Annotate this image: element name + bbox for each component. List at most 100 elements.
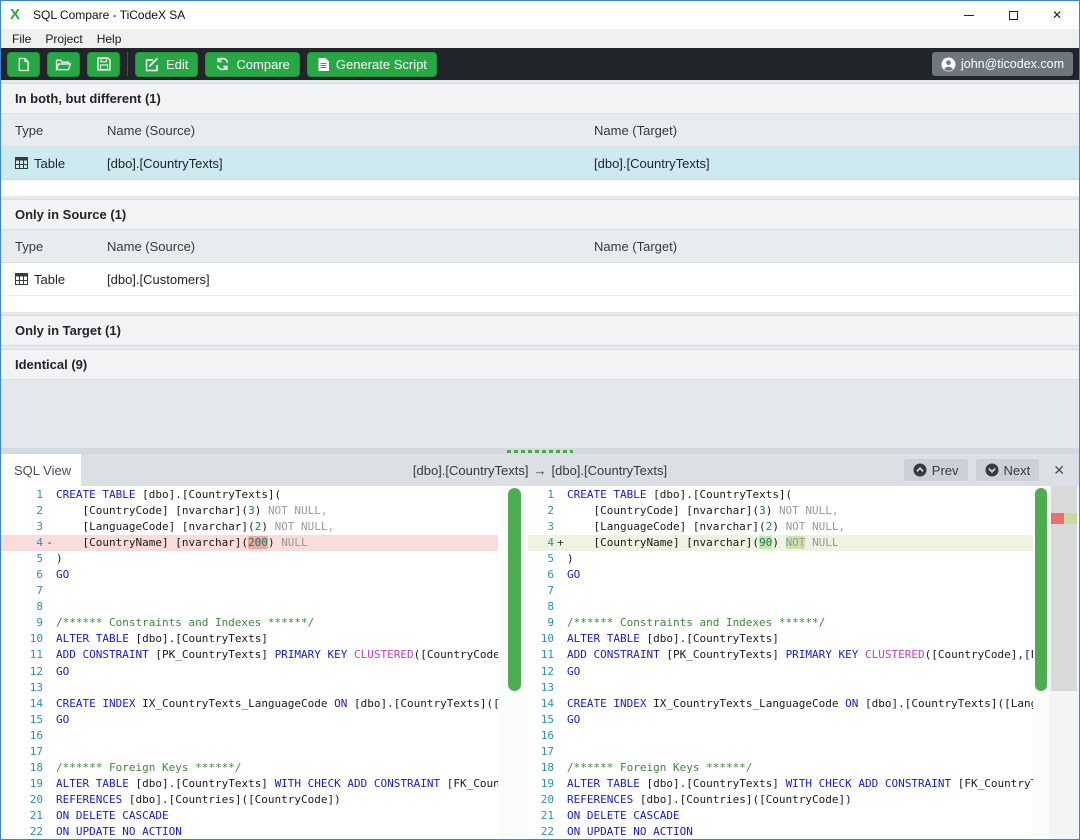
diff-sign <box>554 503 567 519</box>
code-text <box>56 728 498 744</box>
line-number: 15 <box>1 712 43 728</box>
table-footer-strip <box>1 296 1079 312</box>
compare-button[interactable]: Compare <box>205 52 299 77</box>
diff-sign <box>554 824 567 839</box>
menu-help[interactable]: Help <box>90 32 129 46</box>
code-line: 10ALTER TABLE [dbo].[CountryTexts] <box>528 631 1033 647</box>
code-text: GO <box>56 712 498 728</box>
line-number: 10 <box>1 631 43 647</box>
line-number: 8 <box>528 599 554 615</box>
code-line: 21ON DELETE CASCADE <box>1 808 498 824</box>
diff-nav-actions: Prev Next ✕ <box>904 459 1079 481</box>
table-row[interactable]: Table[dbo].[Customers] <box>1 263 1079 296</box>
code-text: CREATE INDEX IX_CountryTexts_LanguageCod… <box>567 696 1033 712</box>
code-text: GO <box>56 567 498 583</box>
diff-sign <box>554 808 567 824</box>
edit-button[interactable]: Edit <box>135 52 198 77</box>
user-icon <box>941 57 956 72</box>
diff-sign <box>43 728 56 744</box>
diff-sign: - <box>43 535 56 551</box>
line-number: 22 <box>528 824 554 839</box>
generate-script-button[interactable]: Generate Script <box>307 52 437 77</box>
diff-sign <box>43 744 56 760</box>
code-line: 15GO <box>528 712 1033 728</box>
code-text: /****** Foreign Keys ******/ <box>567 760 1033 776</box>
diff-sign <box>43 808 56 824</box>
code-line: 10ALTER TABLE [dbo].[CountryTexts] <box>1 631 498 647</box>
code-line: 12GO <box>528 664 1033 680</box>
diff-sign <box>554 776 567 792</box>
line-number: 16 <box>1 728 43 744</box>
table-footer-strip <box>1 180 1079 196</box>
compare-sync-icon <box>215 57 230 71</box>
line-number: 5 <box>1 551 43 567</box>
table-header-row: TypeName (Source)Name (Target) <box>1 230 1079 263</box>
next-button-label: Next <box>1004 463 1031 478</box>
sql-pane-target[interactable]: 1CREATE TABLE [dbo].[CountryTexts](2 [Co… <box>528 487 1033 839</box>
line-number: 17 <box>528 744 554 760</box>
code-line: 17 <box>528 744 1033 760</box>
code-line: 4- [CountryName] [nvarchar](200) NULL <box>1 535 498 551</box>
code-line: 14CREATE INDEX IX_CountryTexts_LanguageC… <box>528 696 1033 712</box>
diff-sign <box>43 792 56 808</box>
section-header-3[interactable]: Identical (9) <box>1 349 1079 380</box>
code-line: 20REFERENCES [dbo].[Countries]([CountryC… <box>528 792 1033 808</box>
code-line: 5) <box>528 551 1033 567</box>
close-button[interactable]: ✕ <box>1035 1 1079 29</box>
diff-overview-strip[interactable] <box>1049 486 1079 839</box>
tab-sql-view[interactable]: SQL View <box>1 454 81 486</box>
code-line: 6GO <box>1 567 498 583</box>
line-number: 5 <box>528 551 554 567</box>
diff-sign <box>43 664 56 680</box>
maximize-icon <box>1009 11 1018 20</box>
target-scrollbar-thumb[interactable] <box>1035 488 1047 691</box>
code-line: 1CREATE TABLE [dbo].[CountryTexts]( <box>1 487 498 503</box>
line-number: 17 <box>1 744 43 760</box>
code-text: ON DELETE CASCADE <box>567 808 1033 824</box>
target-name-cell: [dbo].[CountryTexts] <box>594 156 1079 171</box>
menu-project[interactable]: Project <box>38 32 89 46</box>
diff-sign <box>43 631 56 647</box>
diff-sign <box>554 680 567 696</box>
open-project-button[interactable] <box>47 52 80 77</box>
table-header-row: TypeName (Source)Name (Target) <box>1 114 1079 147</box>
code-text: ON UPDATE NO ACTION <box>56 824 498 839</box>
line-number: 18 <box>528 760 554 776</box>
diff-sign <box>554 760 567 776</box>
code-text <box>567 680 1033 696</box>
diff-sign <box>554 583 567 599</box>
line-number: 19 <box>528 776 554 792</box>
code-text: [LanguageCode] [nvarchar](2) NOT NULL, <box>56 519 498 535</box>
code-line: 11ADD CONSTRAINT [PK_CountryTexts] PRIMA… <box>1 647 498 663</box>
minimize-button[interactable] <box>947 1 991 29</box>
diff-overview-marker <box>1051 513 1077 524</box>
diff-sign <box>43 647 56 663</box>
arrow-right-icon: → <box>534 463 547 478</box>
account-badge[interactable]: john@ticodex.com <box>932 52 1073 76</box>
code-text: ADD CONSTRAINT [PK_CountryTexts] PRIMARY… <box>567 647 1033 663</box>
next-diff-button[interactable]: Next <box>976 459 1040 481</box>
line-number: 14 <box>1 696 43 712</box>
table-row[interactable]: Table[dbo].[CountryTexts][dbo].[CountryT… <box>1 147 1079 180</box>
section-header-2[interactable]: Only in Target (1) <box>1 315 1079 346</box>
diff-sign <box>554 615 567 631</box>
section-header-0[interactable]: In both, but different (1) <box>1 83 1079 114</box>
code-line: 6GO <box>528 567 1033 583</box>
line-number: 20 <box>1 792 43 808</box>
sql-pane-source[interactable]: 1CREATE TABLE [dbo].[CountryTexts](2 [Co… <box>1 487 498 839</box>
line-number: 4 <box>528 535 554 551</box>
maximize-button[interactable] <box>991 1 1035 29</box>
source-scrollbar-thumb[interactable] <box>508 488 521 691</box>
table-icon <box>15 157 28 169</box>
new-project-button[interactable] <box>7 52 40 77</box>
edit-icon <box>145 57 160 72</box>
menu-file[interactable]: File <box>5 32 38 46</box>
column-header: Name (Target) <box>594 239 1079 254</box>
close-sql-view-icon[interactable]: ✕ <box>1047 462 1071 479</box>
code-line: 4+ [CountryName] [nvarchar](90) NOT NULL <box>528 535 1033 551</box>
type-cell: Table <box>1 272 107 287</box>
prev-diff-button[interactable]: Prev <box>904 459 968 481</box>
code-line: 16 <box>528 728 1033 744</box>
section-header-1[interactable]: Only in Source (1) <box>1 199 1079 230</box>
save-project-button[interactable] <box>87 52 120 77</box>
